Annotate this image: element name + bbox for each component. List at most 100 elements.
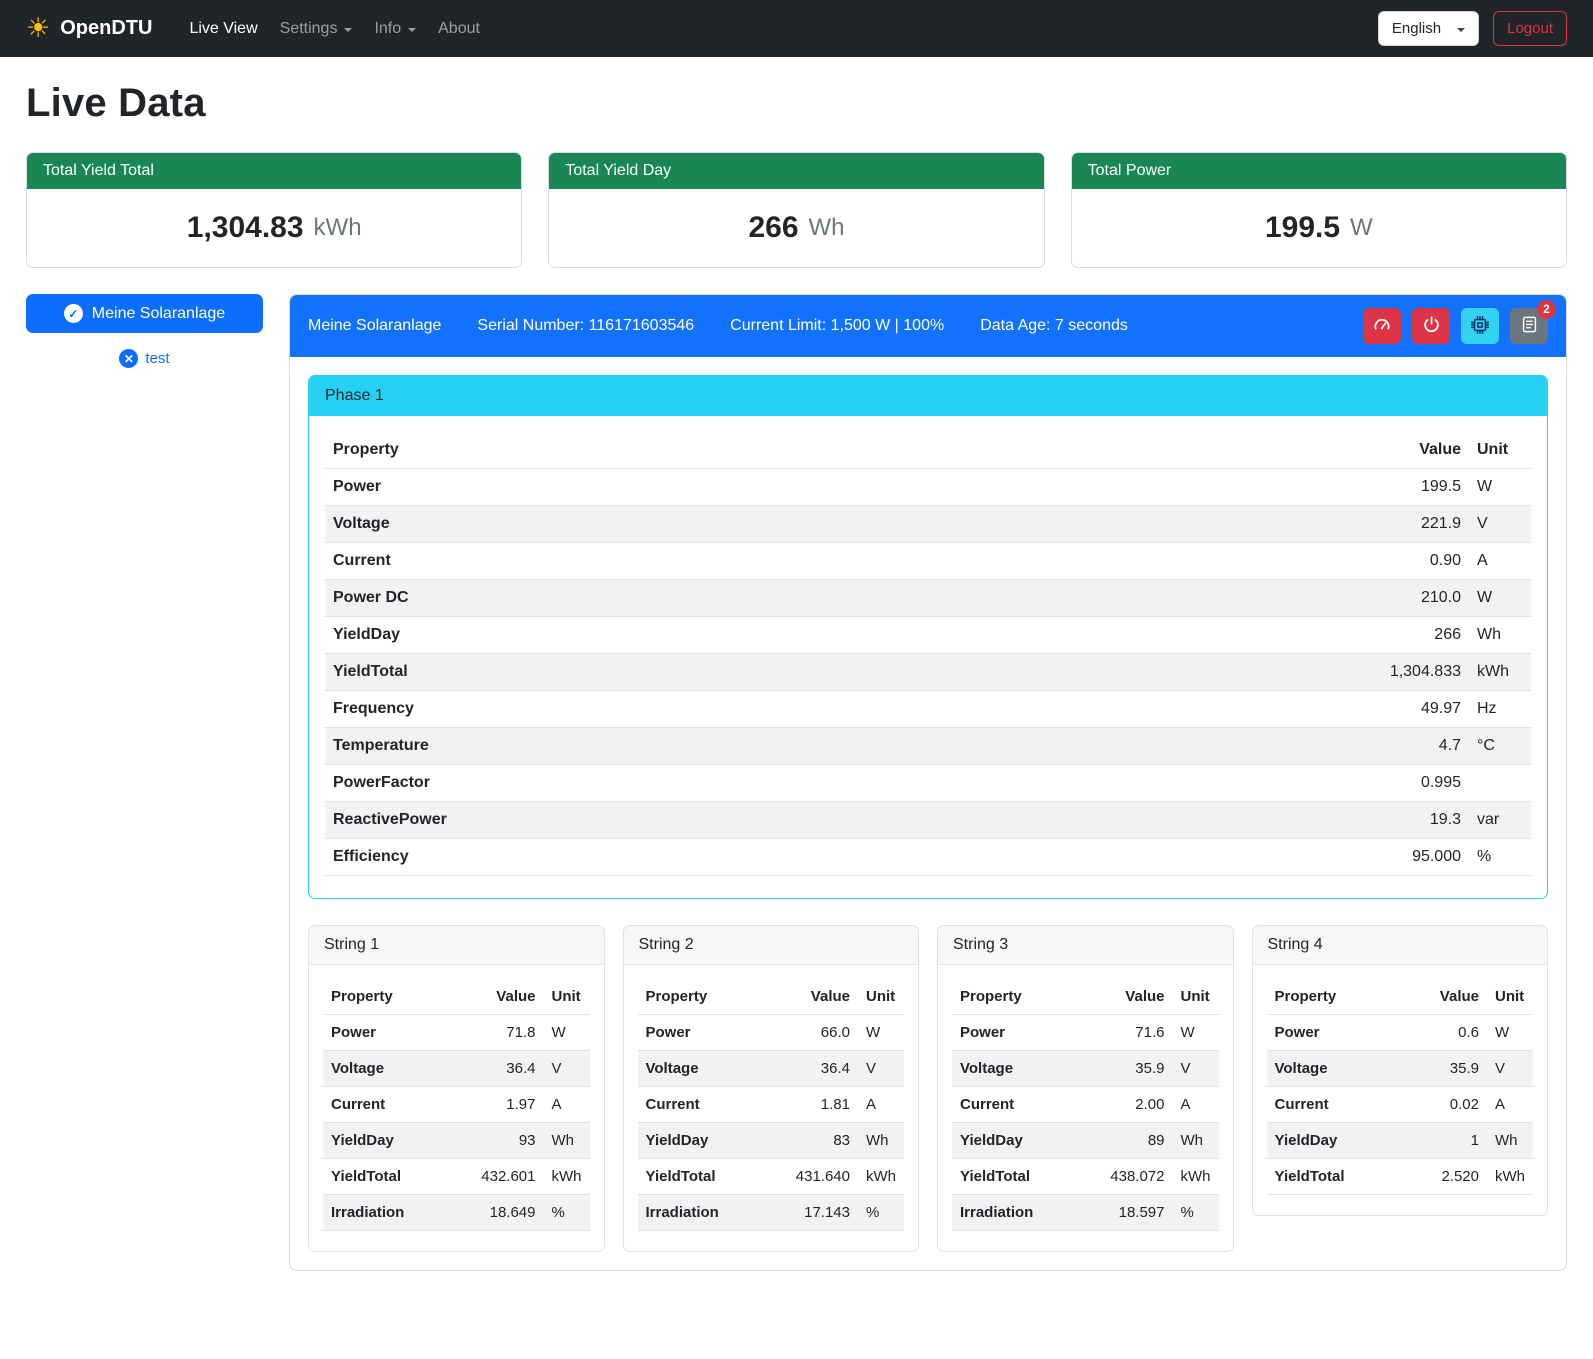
table-row: Efficiency 95.000 % (325, 839, 1531, 876)
table-row: Current 1.97 A (323, 1087, 590, 1123)
table-row: YieldDay 93 Wh (323, 1123, 590, 1159)
nav-item-settings-label: Settings (280, 20, 338, 38)
row-unit: Hz (1469, 691, 1531, 728)
table-row: Irradiation 17.143 % (638, 1195, 905, 1231)
table-row: Power 71.8 W (323, 1015, 590, 1051)
row-value: 1,304.833 (1349, 654, 1469, 691)
inverter-select-button[interactable]: ✓ Meine Solaranlage (26, 294, 263, 333)
row-property: YieldTotal (323, 1159, 472, 1195)
row-unit: W (544, 1015, 590, 1051)
row-value: 221.9 (1349, 506, 1469, 543)
table-row: Voltage 221.9 V (325, 506, 1531, 543)
phase-1-title: Phase 1 (309, 376, 1547, 416)
nav-item-info[interactable]: Info (363, 12, 427, 46)
column-header-property: Property (638, 979, 787, 1015)
sidebar-item-test-label: test (145, 350, 169, 367)
row-value: 0.90 (1349, 543, 1469, 580)
nav-item-about[interactable]: About (427, 12, 491, 46)
row-property: YieldTotal (952, 1159, 1101, 1195)
total-yield-day-card: Total Yield Day 266 Wh (548, 152, 1044, 268)
row-value: 4.7 (1349, 728, 1469, 765)
table-row: Power 0.6 W (1267, 1015, 1534, 1051)
row-value: 95.000 (1349, 839, 1469, 876)
language-select-value: English (1392, 20, 1441, 37)
main-row: ✓ Meine Solaranlage ✕ test Meine Solaran… (26, 294, 1567, 1271)
column-header-value: Value (786, 979, 858, 1015)
string-3-card: String 3 Property Value Unit (937, 925, 1234, 1252)
string-2-card: String 2 Property Value Unit (623, 925, 920, 1252)
row-value: 66.0 (786, 1015, 858, 1051)
table-row: Current 0.02 A (1267, 1087, 1534, 1123)
table-row: Voltage 35.9 V (952, 1051, 1219, 1087)
card-body: 266 Wh (549, 189, 1043, 267)
string-4-table: Property Value Unit Power (1267, 979, 1534, 1195)
row-value: 199.5 (1349, 469, 1469, 506)
card-value: 199.5 (1265, 211, 1340, 245)
chevron-down-icon (344, 28, 352, 32)
gauge-icon (1372, 315, 1392, 338)
table-header-row: Property Value Unit (323, 979, 590, 1015)
row-property: Frequency (325, 691, 1349, 728)
phase-1-table: Property Value Unit Power (325, 432, 1531, 876)
row-unit: Wh (544, 1123, 590, 1159)
string-3-body: Property Value Unit Power (938, 965, 1233, 1251)
row-property: YieldTotal (1267, 1159, 1416, 1195)
phase-1-body: Property Value Unit Power (309, 416, 1547, 898)
brand[interactable]: ☀ OpenDTU (26, 15, 152, 42)
row-property: Current (638, 1087, 787, 1123)
row-property: Power (952, 1015, 1101, 1051)
row-unit: A (544, 1087, 590, 1123)
limit-settings-button[interactable] (1363, 308, 1401, 344)
row-value: 71.8 (472, 1015, 544, 1051)
inverter-select-label: Meine Solaranlage (92, 305, 225, 323)
card-value: 1,304.83 (187, 211, 304, 245)
row-property: Power (1267, 1015, 1416, 1051)
string-3-title: String 3 (938, 926, 1233, 965)
row-property: Irradiation (952, 1195, 1101, 1231)
column-header-value: Value (1349, 432, 1469, 469)
row-unit: A (1173, 1087, 1219, 1123)
table-row: YieldDay 83 Wh (638, 1123, 905, 1159)
table-row: Irradiation 18.597 % (952, 1195, 1219, 1231)
total-power-card: Total Power 199.5 W (1071, 152, 1567, 268)
table-row: Irradiation 18.649 % (323, 1195, 590, 1231)
check-circle-icon: ✓ (64, 304, 83, 323)
row-property: Voltage (325, 506, 1349, 543)
page-title: Live Data (26, 81, 1567, 126)
logout-button[interactable]: Logout (1493, 11, 1567, 46)
event-log-button[interactable]: 2 (1510, 308, 1548, 344)
event-count-badge: 2 (1537, 300, 1556, 319)
language-select[interactable]: English (1378, 11, 1479, 46)
device-info-button[interactable] (1461, 308, 1499, 344)
table-row: Voltage 36.4 V (638, 1051, 905, 1087)
nav-item-live-view[interactable]: Live View (178, 12, 268, 46)
column-header-property: Property (1267, 979, 1416, 1015)
nav-item-settings[interactable]: Settings (269, 12, 364, 46)
row-property: YieldDay (638, 1123, 787, 1159)
card-unit: kWh (314, 214, 362, 242)
column-header-property: Property (323, 979, 472, 1015)
card-body: 199.5 W (1072, 189, 1566, 267)
row-unit: kWh (1173, 1159, 1219, 1195)
row-property: YieldDay (1267, 1123, 1416, 1159)
row-property: YieldDay (952, 1123, 1101, 1159)
data-age: Data Age: 7 seconds (980, 317, 1128, 335)
row-value: 36.4 (786, 1051, 858, 1087)
row-unit: Wh (1487, 1123, 1533, 1159)
string-3-table: Property Value Unit Power (952, 979, 1219, 1231)
row-property: Efficiency (325, 839, 1349, 876)
sidebar-item-test[interactable]: ✕ test (26, 349, 263, 368)
row-property: Voltage (1267, 1051, 1416, 1087)
row-value: 1.97 (472, 1087, 544, 1123)
row-unit: V (1487, 1051, 1533, 1087)
table-row: Frequency 49.97 Hz (325, 691, 1531, 728)
row-property: Power (323, 1015, 472, 1051)
row-property: Current (323, 1087, 472, 1123)
current-limit: Current Limit: 1,500 W | 100% (730, 317, 944, 335)
power-toggle-button[interactable] (1412, 308, 1450, 344)
row-value: 71.6 (1101, 1015, 1173, 1051)
row-unit: V (1173, 1051, 1219, 1087)
table-row: Power 71.6 W (952, 1015, 1219, 1051)
inverter-panel-header: Meine Solaranlage Serial Number: 1161716… (290, 295, 1566, 357)
nav-links: Live View Settings Info About (178, 12, 491, 46)
